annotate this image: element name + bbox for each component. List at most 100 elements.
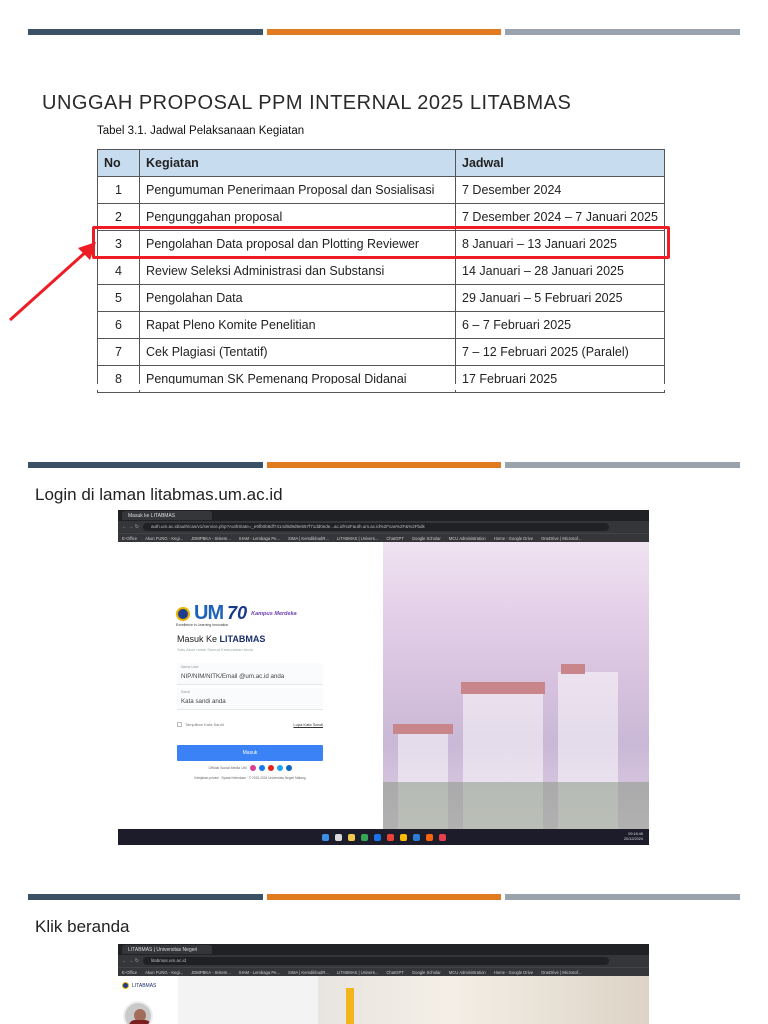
table-crop-edge (97, 384, 667, 390)
bookmark-item[interactable]: E-Office (122, 536, 137, 541)
document-page: UNGGAH PROPOSAL PPM INTERNAL 2025 LITABM… (0, 0, 768, 1024)
show-password-label: Tampilkan Kata Sandi (185, 722, 224, 727)
tower-roof (461, 682, 545, 694)
cell-no: 4 (97, 257, 140, 285)
powerpoint-icon[interactable] (425, 833, 433, 841)
table-row: 7 Cek Plagiasi (Tentatif) 7 – 12 Februari … (97, 338, 665, 366)
bookmark-item[interactable]: MCU Administration (449, 970, 486, 975)
facebook-icon[interactable] (258, 765, 265, 771)
nav-arrows-icon[interactable]: ← → ↻ (122, 958, 139, 964)
sidebar: LITABMAS (118, 976, 178, 1024)
browser-toolbar: ← → ↻ litabmas.um.ac.id (118, 955, 649, 967)
username-field[interactable]: Nama User NIP/NIM/NITK/Email @um.ac.id a… (177, 663, 323, 685)
login-footer: Kebijakan privasi · Syarat Ketentuan · ©… (194, 776, 306, 780)
cell-no: 1 (97, 176, 140, 204)
table-row: 5 Pengolahan Data 29 Januari – 5 Februari … (97, 284, 665, 312)
cell-jadwal: 29 Januari – 5 Februari 2025 (455, 284, 665, 312)
twitter-icon[interactable] (276, 765, 283, 771)
social-label: Official Social Media UM (208, 766, 247, 770)
table-row: 1 Pengumuman Penerimaan Proposal dan Sosi… (97, 176, 665, 204)
bookmark-item[interactable]: JDMPBKA - Sistem... (191, 536, 231, 541)
table-row: 6 Rapat Pleno Komite Penelitian 6 – 7 Febr… (97, 311, 665, 339)
browser-tab[interactable]: LITABMAS | Universitas Negeri (122, 945, 212, 954)
nav-arrows-icon[interactable]: ← → ↻ (122, 524, 139, 530)
col-header-kegiatan: Kegiatan (139, 149, 456, 177)
browser-toolbar: ← → ↻ auth.um.ac.id/auth/cas/v1/service.… (118, 521, 649, 533)
bookmark-item[interactable]: LITABMAS | Univers... (337, 536, 379, 541)
search-icon[interactable] (334, 833, 342, 841)
word-icon[interactable] (412, 833, 420, 841)
cell-kegiatan: Cek Plagiasi (Tentatif) (139, 338, 456, 366)
login-subtitle: Satu Akun untuk Semua Kemudahan Anda (177, 647, 253, 652)
youtube-icon[interactable] (267, 765, 274, 771)
cell-no: 5 (97, 284, 140, 312)
bookmark-item[interactable]: Home - Google Drive (494, 970, 533, 975)
app-icon[interactable] (438, 833, 446, 841)
browser-tab-strip: LITABMAS | Universitas Negeri (118, 944, 649, 955)
bookmark-item[interactable]: Home - Google Drive (494, 536, 533, 541)
bookmark-item[interactable]: OneDrive | Microsof... (541, 970, 581, 975)
bookmark-item[interactable]: OneDrive | Microsof... (541, 536, 581, 541)
um-emblem-icon (176, 606, 190, 621)
bookmark-item[interactable]: Google Scholar (412, 970, 441, 975)
decor-bars-top (28, 29, 741, 35)
bookmark-item[interactable]: MCU Administration (449, 536, 486, 541)
username-label: Nama User (181, 665, 199, 669)
col-header-no: No (97, 149, 140, 177)
bookmark-item[interactable]: JDMPBKA - Sistem... (191, 970, 231, 975)
trees (383, 782, 649, 829)
bookmark-item[interactable]: SIMA | KemdikbudR... (288, 536, 329, 541)
bookmark-item[interactable]: SIAM - Lembaga Pe... (239, 970, 280, 975)
app-icon[interactable] (399, 833, 407, 841)
bookmark-item[interactable]: Akun FUNG - Kegi... (145, 536, 183, 541)
options-row: Tampilkan Kata Sandi Lupa Kata Sandi (177, 722, 323, 728)
beranda-screenshot: LITABMAS | Universitas Negeri ← → ↻ lita… (118, 944, 649, 1024)
password-field[interactable]: Sandi Kata sandi anda (177, 688, 323, 710)
building-roof (393, 724, 453, 734)
bookmark-item[interactable]: E-Office (122, 970, 137, 975)
hero-photo-object (346, 988, 354, 1024)
address-bar[interactable]: litabmas.um.ac.id (142, 957, 609, 965)
um-tagline: Excellence in Learning Innovation (176, 623, 229, 627)
cell-no: 6 (97, 311, 140, 339)
bookmark-item[interactable]: Google Scholar (412, 536, 441, 541)
litabmas-logo-text: LITABMAS (132, 982, 157, 989)
avatar[interactable] (123, 1001, 153, 1024)
chrome-icon[interactable] (360, 833, 368, 841)
bookmark-item[interactable]: ChatGPT (386, 536, 403, 541)
browser-tab[interactable]: Masuk ke LITABMAS (122, 511, 212, 520)
anniversary-70-logo: 70 (227, 603, 248, 623)
bookmark-item[interactable]: LITABMAS | Univers... (337, 970, 379, 975)
app-icon[interactable] (386, 833, 394, 841)
bookmark-item[interactable]: SIAM - Lembaga Pe... (239, 536, 280, 541)
table-row: 4 Review Seleksi Administrasi dan Substan… (97, 257, 665, 285)
forgot-password-link[interactable]: Lupa Kata Sandi (293, 722, 323, 727)
checkbox-icon[interactable] (177, 722, 182, 728)
campus-photo (383, 542, 649, 829)
edge-icon[interactable] (373, 833, 381, 841)
bookmark-item[interactable]: ChatGPT (386, 970, 403, 975)
system-tray-clock[interactable]: 09:18:46 20/12/2024 (624, 832, 643, 842)
address-bar[interactable]: auth.um.ac.id/auth/cas/v1/service.php?Au… (142, 523, 609, 531)
windows-start-icon[interactable] (321, 833, 329, 841)
linkedin-icon[interactable] (285, 765, 292, 771)
browser-tab-strip: Masuk ke LITABMAS (118, 510, 649, 521)
show-password-toggle[interactable]: Tampilkan Kata Sandi (177, 722, 224, 728)
password-placeholder: Kata sandi anda (181, 698, 226, 705)
instagram-icon[interactable] (249, 765, 256, 771)
login-title: Masuk Ke LITABMAS (177, 634, 265, 644)
litabmas-logo[interactable]: LITABMAS (122, 982, 156, 989)
tray-date: 20/12/2024 (623, 837, 643, 841)
file-explorer-icon[interactable] (347, 833, 355, 841)
section-label-beranda: Klik beranda (35, 917, 130, 936)
building-roof (561, 664, 585, 674)
um-wordmark: UM (194, 602, 224, 624)
bookmark-item[interactable]: Akun FUNG - Kegi... (145, 970, 183, 975)
bookmark-item[interactable]: SIMA | KemdikbudR... (288, 970, 329, 975)
cell-kegiatan: Pengumuman Penerimaan Proposal dan Sosia… (139, 176, 456, 204)
highlight-box (92, 226, 670, 259)
login-page: UM 70 Kampus Merdeka Excellence in Learn… (118, 542, 649, 829)
login-button[interactable]: Masuk (177, 745, 323, 761)
windows-taskbar: 09:18:46 20/12/2024 (118, 829, 649, 845)
decor-bars-mid (28, 462, 741, 468)
